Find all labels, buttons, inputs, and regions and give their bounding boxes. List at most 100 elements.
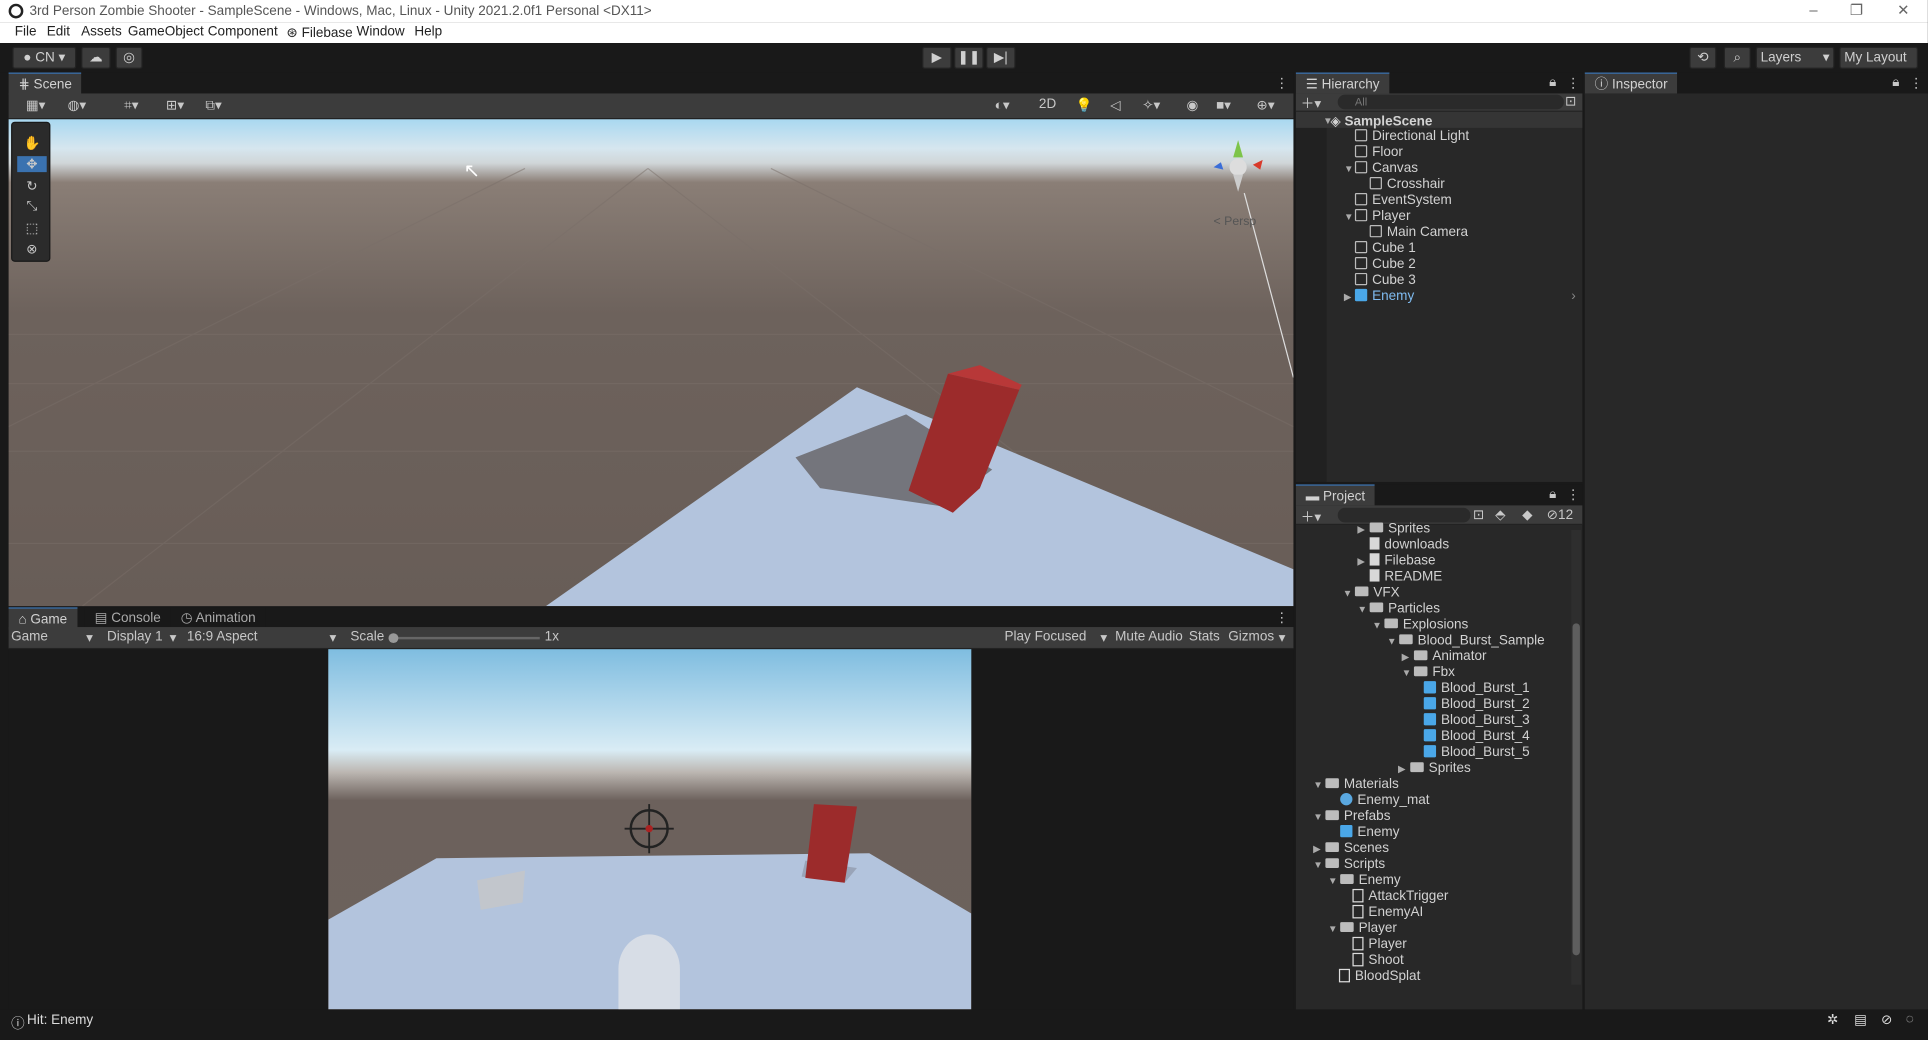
gizmos-dropdown[interactable]: Gizmos ▾ xyxy=(1228,630,1289,646)
project-item[interactable]: Player xyxy=(1352,936,1407,952)
toggle-2d-button[interactable]: 2D xyxy=(1039,97,1056,112)
project-item[interactable]: Enemy xyxy=(1340,824,1399,840)
tab-hierarchy[interactable]: ☰ Hierarchy xyxy=(1295,72,1390,95)
project-item[interactable]: Enemy_mat xyxy=(1340,793,1430,808)
project-item[interactable]: ▼ Explosions xyxy=(1372,617,1468,632)
hierarchy-item-cube-1[interactable]: Cube 1 xyxy=(1354,240,1416,256)
minimize-icon[interactable]: – xyxy=(1795,1,1832,21)
project-item[interactable]: ▶ Scenes xyxy=(1313,841,1389,856)
hierarchy-item-cube-2[interactable]: Cube 2 xyxy=(1354,256,1416,272)
game-view[interactable] xyxy=(328,649,972,1010)
menu-filebase[interactable]: ⊛ Filebase xyxy=(286,25,352,41)
search-icon[interactable]: ⌕ xyxy=(1723,46,1751,69)
layout-dropdown[interactable]: My Layout▾ xyxy=(1839,46,1919,85)
project-item[interactable]: BloodSplat xyxy=(1338,968,1420,984)
menu-file[interactable]: File xyxy=(15,25,37,40)
project-item[interactable]: ▼ Enemy xyxy=(1328,873,1401,888)
hierarchy-item-main-camera[interactable]: Main Camera xyxy=(1369,224,1468,240)
lock-icon[interactable]: 🔒︎ xyxy=(1549,487,1556,503)
collab-icon[interactable]: ◎ xyxy=(115,46,143,69)
project-item[interactable]: ▼ Prefabs xyxy=(1313,809,1390,824)
more-icon[interactable]: ⋮ xyxy=(1909,75,1923,91)
menu-window[interactable]: Window xyxy=(357,25,405,40)
favorite-icon[interactable]: ◆ xyxy=(1522,507,1532,523)
project-item[interactable]: Blood_Burst_5 xyxy=(1423,745,1530,760)
project-item[interactable]: AttackTrigger xyxy=(1352,888,1448,904)
history-icon[interactable]: ⟲ xyxy=(1689,46,1717,69)
audio-icon[interactable]: ◁ xyxy=(1110,97,1120,113)
hierarchy-item-player[interactable]: ▼ Player xyxy=(1344,209,1410,224)
project-item[interactable]: ▶ Animator xyxy=(1402,649,1487,664)
tab-project[interactable]: ▬ Project xyxy=(1295,484,1375,507)
project-item[interactable]: ▼ VFX xyxy=(1343,585,1400,600)
status-message[interactable]: Hit: Enemy xyxy=(27,1013,93,1028)
mute-audio-button[interactable]: Mute Audio xyxy=(1115,630,1183,645)
close-icon[interactable]: ✕ xyxy=(1885,1,1922,21)
visibility-icon[interactable]: ◉ xyxy=(1186,97,1198,113)
project-scrollbar[interactable] xyxy=(1571,529,1582,985)
add-icon[interactable]: ＋▾ xyxy=(1301,93,1321,113)
stats-button[interactable]: Stats xyxy=(1189,630,1220,645)
rotate-tool-icon[interactable]: ↻ xyxy=(18,178,45,195)
restore-icon[interactable]: ❐ xyxy=(1838,1,1875,21)
hierarchy-item-directional-light[interactable]: Directional Light xyxy=(1354,129,1469,144)
menu-help[interactable]: Help xyxy=(414,25,442,40)
account-dropdown[interactable]: ● CN ▾ xyxy=(12,46,77,69)
transform-tool-icon[interactable]: ⊗ xyxy=(18,241,45,257)
hierarchy-item-eventsystem[interactable]: EventSystem xyxy=(1354,193,1452,208)
orientation-gizmo[interactable] xyxy=(1211,138,1265,192)
project-item[interactable]: README xyxy=(1369,569,1442,584)
lock-icon[interactable]: 🔒︎ xyxy=(1549,75,1556,91)
project-item[interactable]: Blood_Burst_3 xyxy=(1423,713,1530,728)
shading-icon[interactable]: ◐▾ xyxy=(995,97,1010,113)
hidden-packages-icon[interactable]: ⊘12 xyxy=(1547,507,1573,523)
camera-icon[interactable]: ■▾ xyxy=(1216,97,1231,113)
project-item[interactable]: EnemyAI xyxy=(1352,904,1423,920)
project-item[interactable]: ▶ Sprites xyxy=(1398,761,1471,776)
effects-icon[interactable]: ✧▾ xyxy=(1142,97,1160,113)
project-item[interactable]: ▼ Fbx xyxy=(1402,665,1455,680)
display-dropdown[interactable]: Display 1 ▾ xyxy=(107,630,181,646)
game-view-dropdown[interactable]: Game ▾ xyxy=(11,630,97,646)
bug-icon[interactable]: ✲ xyxy=(1827,1012,1838,1028)
search-type-icon[interactable]: ⊡ xyxy=(1473,507,1484,523)
hierarchy-item-cube-3[interactable]: Cube 3 xyxy=(1354,272,1416,288)
gizmos-icon[interactable]: ⊕▾ xyxy=(1257,97,1275,113)
more-icon[interactable]: ⋮ xyxy=(1566,487,1580,503)
project-item[interactable]: ▶ Filebase xyxy=(1357,553,1436,568)
hierarchy-item-floor[interactable]: Floor xyxy=(1354,145,1403,160)
play-button[interactable]: ▶ xyxy=(922,46,952,69)
project-item[interactable]: Shoot xyxy=(1352,952,1404,968)
lighting-icon[interactable]: 💡 xyxy=(1076,97,1093,113)
menu-assets[interactable]: Assets xyxy=(81,25,122,40)
hierarchy-item-canvas[interactable]: ▼ Canvas xyxy=(1344,161,1418,176)
debug-icon[interactable]: ⊘ xyxy=(1881,1012,1892,1028)
hierarchy-item-crosshair[interactable]: Crosshair xyxy=(1369,177,1445,192)
scene-view[interactable]: < Persp ↖ xyxy=(8,119,1294,607)
draw-mode-icon[interactable]: ▦▾ xyxy=(26,97,46,113)
play-focused-dropdown[interactable]: Play Focused ▾ xyxy=(1005,630,1111,646)
render-mode-icon[interactable]: ◍▾ xyxy=(68,97,87,113)
project-item[interactable]: Blood_Burst_2 xyxy=(1423,697,1530,712)
progress-icon[interactable]: ◌ xyxy=(1906,1012,1914,1027)
project-item[interactable]: Blood_Burst_1 xyxy=(1423,681,1530,696)
tab-inspector[interactable]: ⓘ Inspector xyxy=(1584,72,1678,95)
project-item[interactable]: ▼ Player xyxy=(1328,921,1397,936)
project-item[interactable]: ▼ Materials xyxy=(1313,777,1399,792)
snap-icon[interactable]: ⧉▾ xyxy=(205,97,221,114)
hierarchy-search-input[interactable]: All xyxy=(1337,94,1564,110)
aspect-dropdown[interactable]: 16:9 Aspect ▾ xyxy=(187,630,341,646)
scale-slider[interactable] xyxy=(388,633,540,644)
more-icon[interactable]: ⋮ xyxy=(1275,610,1289,626)
project-item[interactable]: downloads xyxy=(1369,537,1449,552)
persp-label[interactable]: < Persp xyxy=(1214,215,1257,229)
more-icon[interactable]: ⋮ xyxy=(1566,75,1580,91)
project-item[interactable]: ▼ Scripts xyxy=(1313,857,1385,872)
scale-tool-icon[interactable]: ⤡ xyxy=(18,199,45,215)
hand-tool-icon[interactable]: ✋ xyxy=(18,135,45,151)
layers-dropdown[interactable]: Layers ▾ xyxy=(1755,46,1835,69)
cache-icon[interactable]: ▤ xyxy=(1854,1012,1867,1028)
tab-scene[interactable]: ⋕ Scene xyxy=(8,72,82,95)
lock-icon[interactable]: 🔒︎ xyxy=(1892,75,1899,91)
rect-tool-icon[interactable]: ⬚ xyxy=(18,220,45,236)
